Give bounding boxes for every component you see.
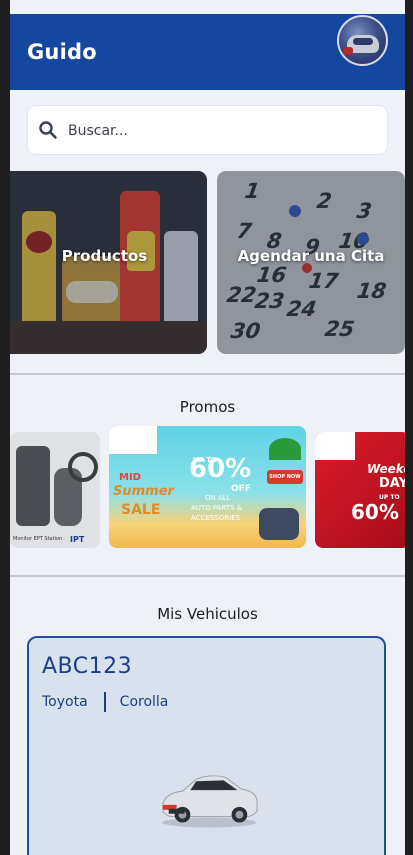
app-screen: Guido Productos 1 2 3 [10, 0, 405, 855]
steering-wheel-image [68, 452, 98, 482]
vehicle-model: Corolla [119, 694, 169, 710]
promo-banner-weekend-day[interactable]: Weeke DAY UP TO 60% [315, 432, 405, 548]
avatar-car-window [353, 38, 373, 45]
promo-off: OFF [231, 484, 251, 494]
promo-banner-summer-sale[interactable]: UP TO 60% OFF ON ALL AUTO PARTS & ACCESS… [109, 426, 306, 548]
promo-sub-line: AUTO PARTS & [191, 504, 243, 512]
promo-footer-text: Monitor EPT Station [13, 536, 63, 542]
promos-title: Promos [179, 398, 236, 416]
schedule-appointment-card[interactable]: 1 2 3 7 8 9 10 16 17 18 22 23 24 30 25 A… [217, 171, 405, 354]
promo-banner-floor-mats[interactable]: Monitor EPT Station IPT [10, 432, 100, 548]
app-title: Guido [27, 40, 97, 64]
promo-side-text: MID [119, 472, 141, 483]
avatar-accent [343, 47, 353, 55]
promo-logo-box [315, 432, 355, 460]
search-icon [39, 121, 57, 139]
promo-side-text: Summer [113, 484, 174, 499]
promo-badge: IPT [70, 535, 85, 544]
promo-sub-line: ACCESSORIES [191, 514, 241, 522]
vehicle-car-image [161, 775, 258, 828]
vehicle-card[interactable]: ABC123 Toyota Corolla [27, 636, 386, 855]
promo-percent-value: 60% [351, 500, 399, 524]
shop-now-button[interactable]: SHOP NOW [267, 470, 303, 484]
schedule-label: Agendar una Cita [237, 247, 385, 265]
search-bar[interactable] [27, 105, 388, 155]
promo-script-sub: DAY [379, 476, 405, 491]
quick-actions: Productos 1 2 3 7 8 9 10 16 17 18 22 23 … [10, 171, 405, 354]
vehicle-plate: ABC123 [42, 654, 133, 679]
user-avatar[interactable] [337, 15, 388, 66]
vehicles-title: Mis Vehiculos [157, 605, 258, 623]
search-input[interactable] [66, 116, 370, 146]
promo-side-text: SALE [121, 502, 161, 518]
section-divider [10, 575, 405, 577]
promo-script-title: Weeke [367, 462, 405, 476]
palm-tree-icon [269, 438, 301, 460]
products-card[interactable]: Productos [10, 171, 207, 354]
auto-parts-image [259, 508, 299, 540]
vehicle-meta: Toyota Corolla [42, 692, 168, 712]
promo-sub-line: ON ALL [205, 494, 231, 502]
app-bar: Guido [10, 14, 405, 90]
floor-mat-image [16, 446, 50, 526]
promo-percent: 60% [189, 454, 251, 484]
section-divider [10, 373, 405, 375]
promo-percent-value: 60% [189, 454, 252, 484]
products-label: Productos [61, 247, 148, 265]
vehicle-make: Toyota [42, 694, 88, 710]
promos-carousel[interactable]: Monitor EPT Station IPT UP TO 60% OFF ON… [10, 426, 405, 550]
promo-logo-box [109, 426, 157, 454]
meta-separator [103, 692, 106, 712]
